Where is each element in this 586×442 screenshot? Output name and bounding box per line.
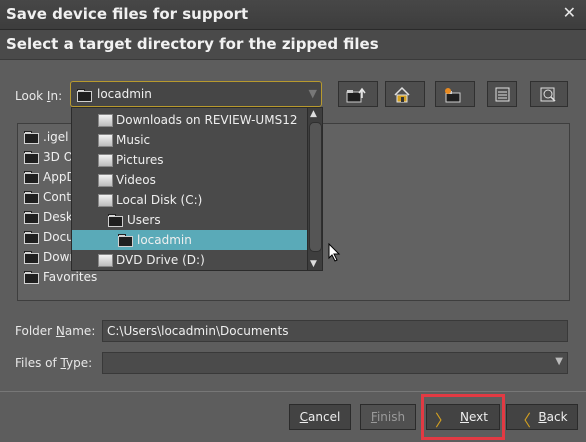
up-folder-icon: [346, 87, 366, 103]
scroll-down-icon[interactable]: ▼: [310, 259, 317, 269]
folder-icon: [24, 211, 39, 224]
back-button[interactable]: 〈 Back: [506, 404, 578, 430]
folder-icon: [118, 234, 133, 247]
drive-icon: [98, 154, 113, 167]
drive-icon: [98, 254, 113, 267]
header-text: Select a target directory for the zipped…: [6, 35, 379, 53]
list-view-button[interactable]: [487, 81, 517, 107]
folder-name-field[interactable]: C:\Users\locadmin\Documents: [102, 320, 568, 342]
cancel-button[interactable]: Cancel: [289, 404, 351, 430]
new-folder-button[interactable]: [435, 81, 475, 107]
folder-name-label: Folder Name:: [15, 324, 96, 338]
folder-icon: [24, 131, 39, 144]
drive-icon: [98, 174, 113, 187]
folder-icon: [24, 151, 39, 164]
dropdown-item[interactable]: Videos: [72, 170, 308, 190]
chevron-down-icon[interactable]: ▼: [555, 356, 563, 367]
dropdown-item[interactable]: DVD Drive (D:): [72, 250, 308, 270]
scrollbar-thumb[interactable]: [309, 122, 322, 252]
folder-icon: [24, 251, 39, 264]
finish-button[interactable]: Finish: [360, 404, 416, 430]
chevron-down-icon[interactable]: ▼: [309, 87, 317, 100]
up-folder-button[interactable]: [338, 81, 378, 107]
files-of-type-label: Files of Type:: [15, 356, 93, 370]
look-in-value: locadmin: [97, 87, 152, 101]
dropdown-item[interactable]: Downloads on REVIEW-UMS12: [72, 110, 308, 130]
folder-icon: [24, 171, 39, 184]
dialog-header: Select a target directory for the zipped…: [0, 30, 586, 60]
folder-icon: [77, 89, 92, 102]
dropdown-item[interactable]: Users: [72, 210, 308, 230]
look-in-dropdown[interactable]: Downloads on REVIEW-UMS12 Music Pictures…: [71, 107, 323, 271]
drive-icon: [98, 194, 113, 207]
details-view-icon: [540, 87, 556, 102]
folder-icon: [108, 214, 123, 227]
dropdown-item[interactable]: Local Disk (C:): [72, 190, 308, 210]
details-view-button[interactable]: [530, 81, 568, 107]
mouse-cursor-icon: [328, 243, 341, 262]
folder-icon: [24, 231, 39, 244]
dropdown-item[interactable]: Music: [72, 130, 308, 150]
folder-icon: [24, 271, 39, 284]
new-folder-icon: [445, 88, 461, 103]
close-icon[interactable]: ✕: [563, 3, 576, 22]
next-button-highlight: [421, 394, 505, 440]
window-title: Save device files for support: [6, 5, 249, 23]
scroll-up-icon[interactable]: ▲: [310, 109, 317, 119]
folder-icon: [24, 191, 39, 204]
drive-icon: [98, 114, 113, 127]
home-button[interactable]: [385, 81, 425, 107]
dropdown-scrollbar[interactable]: ▲ ▼: [307, 108, 322, 270]
files-of-type-select[interactable]: ▼: [102, 352, 568, 374]
divider: [0, 391, 586, 392]
title-bar: Save device files for support ✕: [0, 0, 586, 30]
list-view-icon: [495, 87, 510, 102]
home-icon: [394, 86, 410, 103]
look-in-combobox[interactable]: locadmin ▼: [70, 81, 322, 107]
drive-icon: [98, 134, 113, 147]
look-in-label: Look In:: [15, 89, 63, 103]
dropdown-item[interactable]: Pictures: [72, 150, 308, 170]
dropdown-item-selected[interactable]: locadmin: [72, 230, 308, 250]
